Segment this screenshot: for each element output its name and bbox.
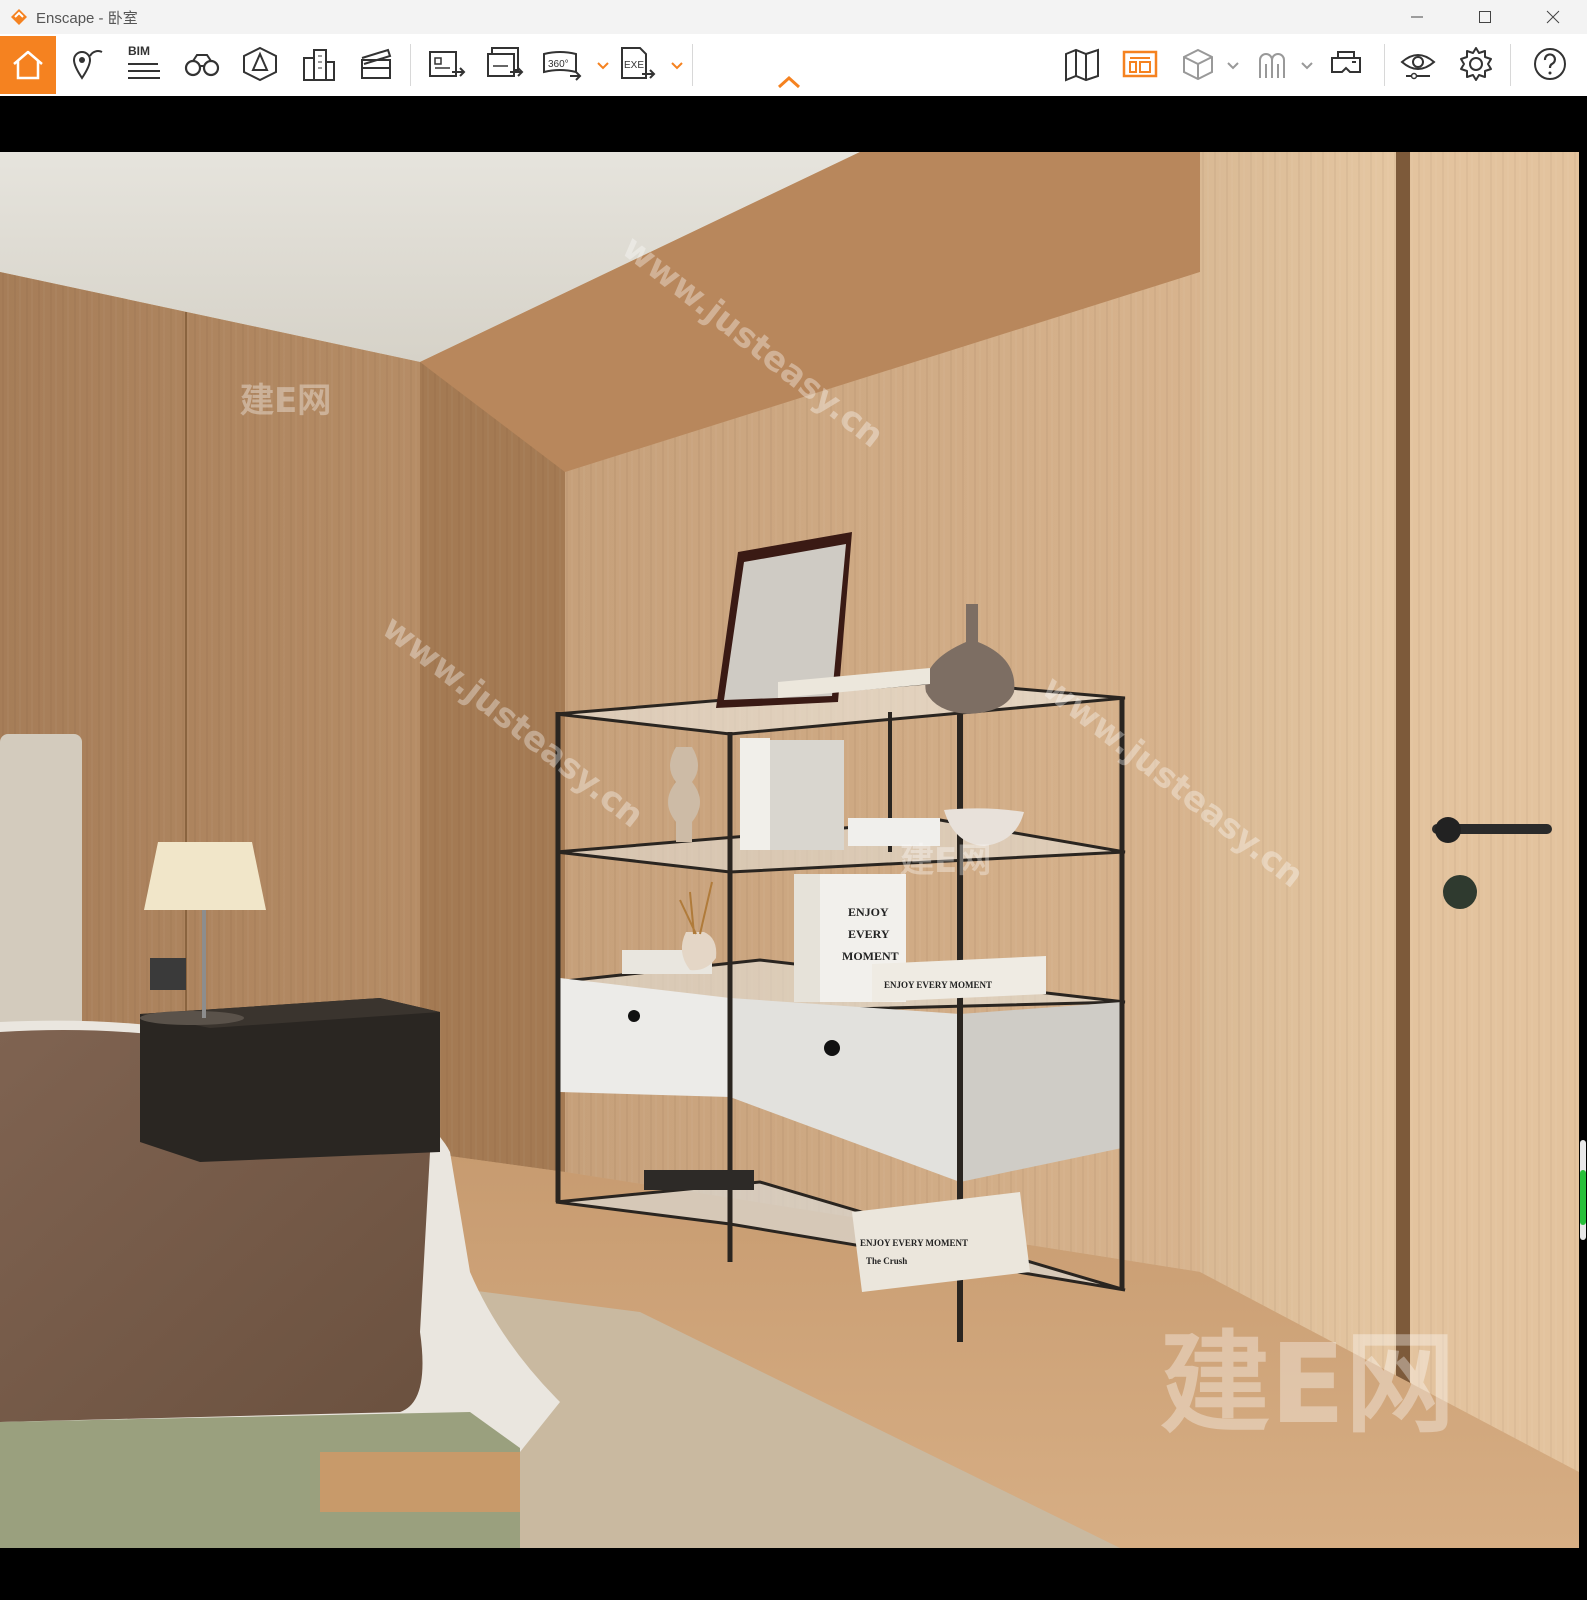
home-button[interactable] (0, 36, 56, 94)
viewport-letterbox-bottom (0, 1548, 1587, 1600)
export-dropdown[interactable] (670, 60, 684, 72)
panorama-button[interactable]: 360° (536, 38, 588, 90)
watermark-logo: 建E网 (1160, 1320, 1455, 1448)
book-spine-bottom: ENJOY EVERY MOMENT (860, 1238, 968, 1248)
window-title: Enscape - 卧室 (36, 9, 138, 27)
gear-icon (1460, 47, 1492, 81)
watermark-logo: 建E网 (240, 381, 331, 421)
book-spine-enjoy-every-moment: ENJOY EVERY MOMENT (884, 980, 992, 990)
book-title-every: EVERY (848, 927, 890, 941)
scroll-thumb[interactable] (1580, 1170, 1586, 1225)
minimize-button[interactable] (1383, 0, 1451, 34)
eye-settings-icon (1400, 54, 1436, 80)
settings-button[interactable] (1450, 38, 1502, 90)
location-pin-icon (72, 50, 103, 80)
collapse-toolbar-icon[interactable] (776, 74, 802, 90)
chevron-down-icon (1227, 62, 1239, 70)
chevron-down-icon (671, 62, 683, 70)
buildings-icon (303, 49, 335, 81)
close-button[interactable] (1519, 0, 1587, 34)
binoculars-icon (184, 54, 220, 77)
cube-views-dropdown[interactable] (1226, 60, 1240, 72)
minimap-button[interactable] (1114, 38, 1166, 90)
map-button[interactable] (1056, 38, 1108, 90)
cube-icon (1183, 48, 1213, 81)
maximize-icon (1479, 11, 1491, 23)
toolbar: BIM 360° EXE (0, 34, 1587, 97)
panorama-label: 360° (548, 59, 569, 70)
help-button[interactable] (1524, 38, 1576, 90)
vr-button[interactable] (1320, 38, 1372, 90)
maximize-button[interactable] (1451, 0, 1519, 34)
export-exe-icon: EXE (621, 47, 656, 79)
minimap-icon (1122, 50, 1158, 78)
render-viewport[interactable]: ENJOY EVERY MOMENT ENJOY EVERY MOMENT EN… (0, 152, 1579, 1548)
panorama-360-icon: 360° (543, 51, 582, 81)
window-controls (1383, 0, 1587, 34)
book-title-enjoy: ENJOY (848, 905, 889, 919)
close-icon (1546, 10, 1560, 24)
people-icon (1259, 53, 1285, 78)
enscape-logo-icon (11, 9, 27, 25)
toolbar-separator (410, 44, 411, 86)
render-image-button[interactable] (420, 38, 472, 90)
viewport-letterbox-top (0, 96, 1587, 152)
book-title-moment: MOMENT (842, 949, 899, 963)
people-button[interactable] (1246, 38, 1298, 90)
render-image-icon (429, 51, 466, 77)
help-icon (1534, 48, 1566, 80)
vr-headset-icon (1331, 51, 1361, 73)
exe-label: EXE (624, 60, 644, 71)
bim-button[interactable]: BIM (118, 38, 170, 90)
side-scroll-indicator[interactable] (1579, 1140, 1587, 1240)
home-icon (13, 50, 43, 80)
minimize-icon (1411, 16, 1423, 18)
title-bar: Enscape - 卧室 (0, 0, 1587, 34)
video-editor-button[interactable] (350, 38, 402, 90)
clapperboard-icon (361, 48, 392, 79)
watermark-logo: 建E网 (900, 841, 991, 881)
panorama-dropdown[interactable] (596, 60, 610, 72)
buildings-button[interactable] (292, 38, 344, 90)
map-icon (1065, 48, 1099, 82)
visual-settings-button[interactable] (1392, 38, 1444, 90)
export-exe-button[interactable]: EXE (610, 38, 662, 90)
cube-views-button[interactable] (1172, 38, 1224, 90)
batch-render-button[interactable] (478, 38, 530, 90)
views-button[interactable] (62, 38, 114, 90)
toolbar-separator (1384, 44, 1385, 86)
chevron-down-icon (597, 62, 609, 70)
asset-icon (243, 46, 277, 82)
chevron-down-icon (1301, 62, 1313, 70)
people-dropdown[interactable] (1300, 60, 1314, 72)
toolbar-separator (1510, 44, 1511, 86)
batch-render-icon (487, 47, 524, 77)
bim-label: BIM (128, 44, 150, 58)
walk-mode-button[interactable] (176, 38, 228, 90)
bedroom-scene: ENJOY EVERY MOMENT ENJOY EVERY MOMENT EN… (0, 152, 1579, 1548)
toolbar-separator (692, 44, 693, 86)
asset-library-button[interactable] (234, 38, 286, 90)
book-spine-crush: The Crush (866, 1256, 907, 1266)
